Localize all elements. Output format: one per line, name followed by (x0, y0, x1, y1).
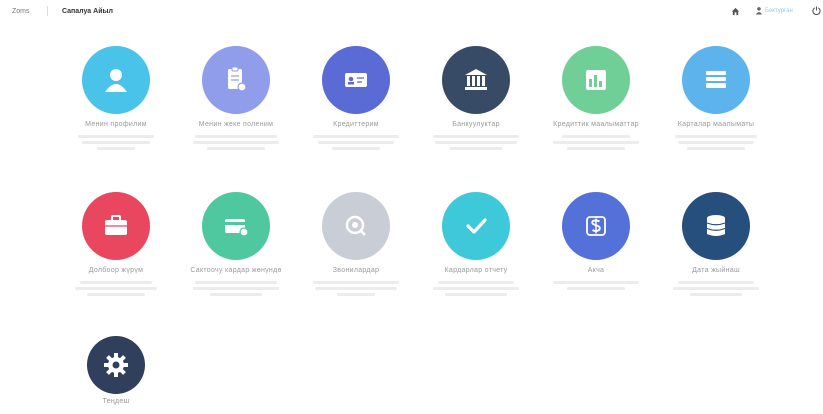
user-icon[interactable] (755, 6, 763, 15)
tile-data-collection[interactable]: Дата жыйнаш (656, 192, 776, 296)
tile-circle (562, 46, 630, 114)
clipboard-icon (228, 66, 247, 92)
id-card-icon (345, 73, 367, 87)
database-icon (706, 215, 726, 236)
bank-icon (465, 69, 487, 90)
payment-card-icon (225, 219, 249, 237)
tile-description (548, 135, 644, 150)
tile-client-report[interactable]: Кардарлар отчету (416, 192, 536, 296)
tile-description (548, 281, 644, 290)
briefcase-icon (105, 215, 127, 235)
tile-label: Долбоор жүрүм (88, 267, 144, 274)
bar-chart-icon (586, 70, 606, 90)
user-icon (105, 69, 127, 92)
tile-saving-client[interactable]: Сактоочу кардар жөнүндө (176, 192, 296, 296)
headset-icon (345, 215, 366, 236)
tile-circle (442, 46, 510, 114)
tile-label: Теңдеш (102, 398, 130, 405)
tile-circle (322, 46, 390, 114)
tile-credit-info[interactable]: Кредиттик маалыматтар (536, 46, 656, 150)
tile-calls[interactable]: Звонилардар (296, 192, 416, 296)
tile-description (68, 281, 164, 296)
tile-description (308, 281, 404, 296)
tile-circle (682, 46, 750, 114)
profile-circle (82, 46, 150, 114)
tile-description (428, 281, 524, 296)
tile-project[interactable]: Долбоор жүрүм (56, 192, 176, 296)
tile-credits[interactable]: Кредиттерим (296, 46, 416, 150)
top-bar: Zoms Сапалуа Айыл Бектурган (0, 0, 823, 24)
dollar-exchange-icon (586, 216, 606, 236)
tile-card-info[interactable]: Карталар маалыматы (656, 46, 776, 150)
tile-label: Кардарлар отчету (444, 267, 508, 274)
tile-circle (562, 192, 630, 260)
checkmark-icon (466, 218, 487, 234)
tile-description (68, 135, 164, 150)
tile-my-personal[interactable]: Менин жеке поленим (176, 46, 296, 150)
tile-circle (442, 192, 510, 260)
tile-label: Сактоочу кардар жөнүндө (190, 267, 282, 274)
tile-description (668, 281, 764, 296)
brand-logo-text[interactable]: Zoms (12, 8, 30, 15)
user-name-link[interactable]: Бектурган (765, 8, 793, 14)
tile-label: Акча (587, 267, 605, 274)
tile-circle (87, 336, 145, 394)
tile-label: Звонилардар (332, 267, 380, 274)
tile-circle (202, 46, 270, 114)
logout-icon[interactable] (812, 6, 821, 15)
tile-label: Дата жыйнаш (692, 267, 740, 274)
tile-my-profile[interactable]: Менин профилим (56, 46, 176, 150)
tile-description (188, 135, 284, 150)
tile-circle (202, 192, 270, 260)
tile-description (668, 135, 764, 150)
tile-label: Менин профилим (85, 121, 147, 128)
tile-banks[interactable]: Банкуулуктар (416, 46, 536, 150)
page-title: Сапалуа Айыл (62, 8, 113, 15)
home-icon[interactable] (731, 7, 740, 16)
tile-description (308, 135, 404, 150)
header-divider (47, 6, 48, 16)
card-stack-icon (706, 71, 726, 88)
tile-label: Кредиттерим (333, 121, 379, 128)
tile-label: Банкуулуктар (452, 121, 500, 128)
tile-label: Кредиттик маалыматтар (553, 121, 639, 128)
tile-money[interactable]: Акча (536, 192, 656, 290)
gear-icon (104, 353, 128, 377)
tile-description (188, 281, 284, 296)
tile-label: Карталар маалыматы (677, 121, 755, 128)
tile-circle (682, 192, 750, 260)
tile-label: Менин жеке поленим (198, 121, 274, 128)
tile-circle (82, 192, 150, 260)
tile-settings[interactable]: Теңдеш (56, 336, 176, 406)
tile-description (428, 135, 524, 150)
tile-circle (322, 192, 390, 260)
